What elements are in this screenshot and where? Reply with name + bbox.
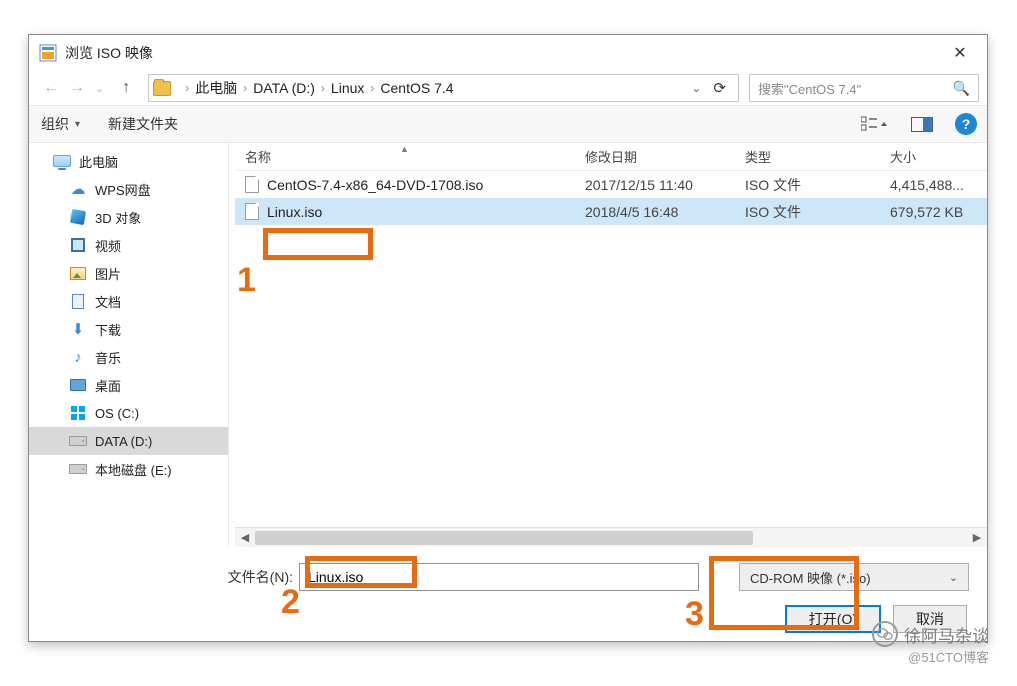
sidebar-item-downloads[interactable]: ⬇下载 [29, 315, 228, 343]
folder-icon [153, 81, 171, 96]
close-button[interactable]: ✕ [937, 38, 983, 68]
wechat-icon [872, 621, 898, 647]
sidebar-item-music[interactable]: ♪音乐 [29, 343, 228, 371]
sidebar-item-os-c[interactable]: OS (C:) [29, 399, 228, 427]
toolbar: 组织 ▾ 新建文件夹 ? [29, 105, 987, 143]
sidebar-item-data-d[interactable]: DATA (D:) [29, 427, 228, 455]
scroll-right-icon[interactable]: ▶ [967, 531, 987, 544]
crumb-linux[interactable]: Linux [331, 80, 364, 96]
path-dropdown-icon[interactable]: ⌄ [691, 81, 701, 95]
organize-button[interactable]: 组织 ▾ [41, 114, 80, 134]
sidebar-item-pictures[interactable]: 图片 [29, 259, 228, 287]
dialog-footer: 文件名(N): Linux.iso CD-ROM 映像 (*.iso)⌄ 打开(… [29, 547, 987, 633]
title-bar: 浏览 ISO 映像 ✕ [29, 35, 987, 71]
col-type-header[interactable]: 类型 [735, 143, 880, 170]
scroll-thumb[interactable] [255, 531, 753, 545]
forward-button: → [69, 79, 85, 97]
column-headers: ▲名称 修改日期 类型 大小 [235, 143, 987, 171]
sort-asc-icon: ▲ [400, 144, 409, 154]
filename-input[interactable]: Linux.iso [299, 563, 699, 591]
dialog-title: 浏览 ISO 映像 [65, 43, 937, 63]
sidebar-item-local-e[interactable]: 本地磁盘 (E:) [29, 455, 228, 483]
sidebar-item-thispc[interactable]: 此电脑 [29, 147, 228, 175]
sidebar-item-3d[interactable]: 3D 对象 [29, 203, 228, 231]
scroll-left-icon[interactable]: ◀ [235, 531, 255, 544]
help-button[interactable]: ? [955, 113, 977, 135]
sidebar-item-wps[interactable]: ☁WPS网盘 [29, 175, 228, 203]
col-size-header[interactable]: 大小 [880, 143, 987, 170]
file-type-filter[interactable]: CD-ROM 映像 (*.iso)⌄ [739, 563, 969, 591]
nav-arrows: ← → ⌄ [37, 79, 110, 97]
file-icon [245, 203, 259, 220]
open-button[interactable]: 打开(O) [785, 605, 881, 633]
horizontal-scrollbar[interactable]: ◀ ▶ [235, 527, 987, 547]
refresh-button[interactable]: ⟳ [713, 79, 726, 97]
file-rows: CentOS-7.4-x86_64-DVD-1708.iso 2017/12/1… [235, 171, 987, 225]
view-mode-button[interactable] [861, 116, 889, 132]
chevron-right-icon[interactable]: › [185, 81, 189, 95]
crumb-centos[interactable]: CentOS 7.4 [380, 80, 453, 96]
file-row-selected[interactable]: Linux.iso 2018/4/5 16:48 ISO 文件 679,572 … [235, 198, 987, 225]
file-dialog: 浏览 ISO 映像 ✕ ← → ⌄ ↑ › 此电脑 › DATA (D:) › … [28, 34, 988, 642]
body: 此电脑 ☁WPS网盘 3D 对象 视频 图片 文档 ⬇下载 ♪音乐 桌面 OS … [29, 143, 987, 547]
up-button[interactable]: ↑ [114, 79, 138, 97]
breadcrumb: › 此电脑 › DATA (D:) › Linux › CentOS 7.4 [179, 78, 681, 98]
crumb-thispc[interactable]: 此电脑 [195, 78, 237, 98]
nav-row: ← → ⌄ ↑ › 此电脑 › DATA (D:) › Linux › Cent… [29, 71, 987, 105]
filename-label: 文件名(N): [29, 567, 299, 587]
chevron-right-icon[interactable]: › [321, 81, 325, 95]
file-icon [245, 176, 259, 193]
file-list-area: ▲名称 修改日期 类型 大小 CentOS-7.4-x86_64-DVD-170… [235, 143, 987, 547]
music-icon: ♪ [69, 349, 87, 365]
search-input[interactable]: 搜索"CentOS 7.4" 🔍 [749, 74, 979, 102]
preview-pane-button[interactable] [911, 117, 933, 132]
chevron-right-icon[interactable]: › [243, 81, 247, 95]
recent-dropdown[interactable]: ⌄ [95, 82, 104, 95]
search-icon[interactable]: 🔍 [953, 80, 970, 97]
app-icon [39, 44, 57, 62]
sidebar-item-desktop[interactable]: 桌面 [29, 371, 228, 399]
chevron-right-icon[interactable]: › [370, 81, 374, 95]
sidebar-item-documents[interactable]: 文档 [29, 287, 228, 315]
search-placeholder: 搜索"CentOS 7.4" [758, 79, 953, 98]
newfolder-button[interactable]: 新建文件夹 [108, 114, 178, 134]
watermark: 徐阿马杂谈 @51CTO博客 [872, 621, 989, 666]
file-row[interactable]: CentOS-7.4-x86_64-DVD-1708.iso 2017/12/1… [235, 171, 987, 198]
col-name-header[interactable]: ▲名称 [235, 143, 575, 170]
chevron-down-icon: ⌄ [949, 571, 958, 584]
back-button[interactable]: ← [43, 79, 59, 97]
cloud-icon: ☁ [69, 181, 87, 197]
sidebar: 此电脑 ☁WPS网盘 3D 对象 视频 图片 文档 ⬇下载 ♪音乐 桌面 OS … [29, 143, 229, 547]
crumb-data[interactable]: DATA (D:) [253, 80, 315, 96]
chevron-down-icon: ▾ [75, 119, 80, 130]
sidebar-item-video[interactable]: 视频 [29, 231, 228, 259]
address-bar[interactable]: › 此电脑 › DATA (D:) › Linux › CentOS 7.4 ⌄… [148, 74, 739, 102]
col-date-header[interactable]: 修改日期 [575, 143, 735, 170]
download-icon: ⬇ [69, 321, 87, 337]
